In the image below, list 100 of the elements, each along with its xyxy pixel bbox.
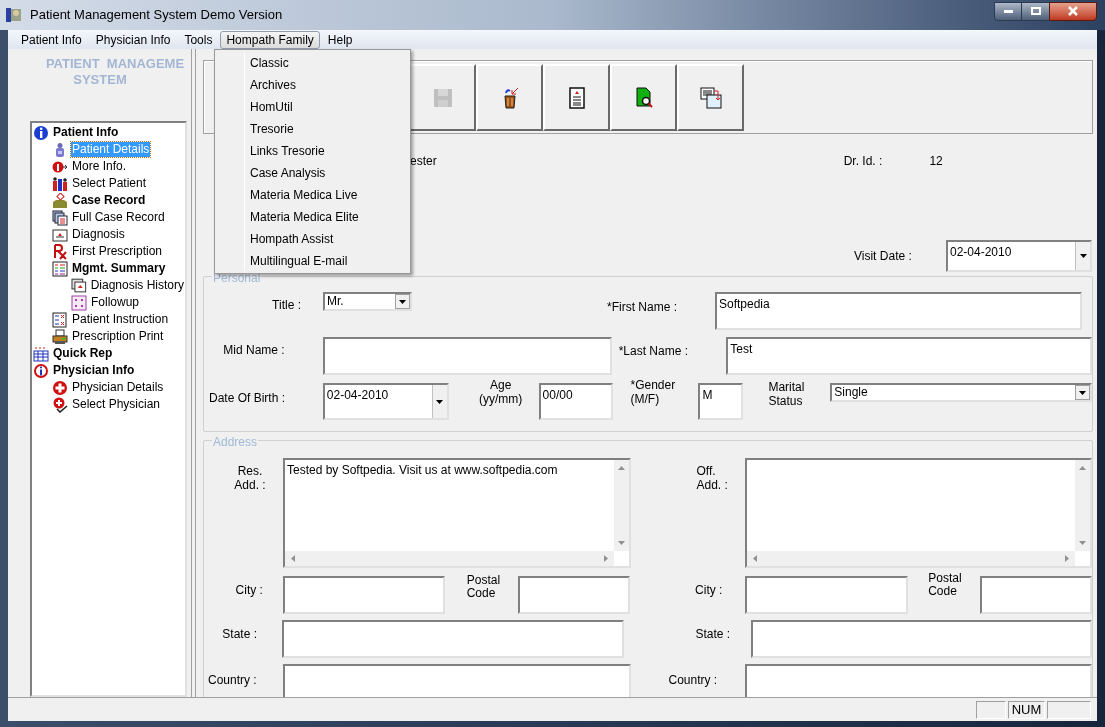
tree-item[interactable]: Diagnosis History (89, 278, 185, 293)
menu-option[interactable]: HomUtil (217, 96, 407, 118)
vertical-scrollbar[interactable] (1075, 460, 1090, 551)
last-name-field[interactable]: Test (726, 337, 1092, 375)
toolbar-button[interactable] (677, 64, 744, 131)
visit-date-field[interactable]: 02-04-2010 (946, 240, 1092, 272)
status-panel (976, 700, 1006, 719)
horizontal-scrollbar[interactable] (747, 551, 1075, 566)
scroll-down-icon[interactable] (617, 541, 625, 545)
residence-address-field[interactable]: Tested by Softpedia. Visit us at www.softpedia.com (282, 458, 631, 568)
app-logo-text: PATIENT MANAGEME (45, 56, 185, 72)
scroll-up-icon[interactable] (617, 466, 625, 470)
toolbar-button[interactable] (610, 64, 677, 131)
scroll-up-icon[interactable] (1079, 466, 1086, 470)
menu-item[interactable]: Hompath Family (220, 30, 320, 49)
doctor-id-label: Dr. Id. : (843, 153, 883, 170)
tree-item[interactable]: More Info. (71, 159, 128, 174)
mid-name-label: Mid Name : (222, 342, 285, 359)
title-select[interactable]: Mr. (323, 292, 412, 311)
tree-item[interactable]: Full Case Record (71, 210, 166, 225)
age-field[interactable]: 00/00 (538, 383, 613, 420)
menu-option[interactable]: Multilingual E-mail (217, 250, 407, 272)
menu-option[interactable]: Materia Medica Elite (217, 206, 407, 228)
people-icon (52, 175, 68, 192)
pages-icon (52, 209, 68, 226)
marital-status-label: Marital Status (768, 380, 806, 408)
menu-item[interactable]: Tools (178, 30, 219, 49)
tree-item[interactable]: Case Record (71, 193, 147, 208)
status-panel (1047, 700, 1091, 719)
menu-item[interactable]: Patient Info (15, 30, 88, 49)
horizontal-scrollbar[interactable] (284, 551, 614, 566)
residence-address-label: Res. Add. : (233, 464, 267, 492)
city-field[interactable] (282, 576, 445, 614)
dropdown-arrow-icon (1079, 390, 1086, 395)
date-of-birth-field[interactable]: 02-04-2010 (322, 383, 449, 420)
menu-item[interactable]: Physician Info (89, 30, 177, 49)
menu-option[interactable]: Tresorie (217, 118, 407, 140)
country-label: Country : (668, 672, 719, 689)
state-label: State : (694, 626, 731, 643)
scroll-right-icon[interactable] (1065, 555, 1069, 562)
scroll-right-icon[interactable] (603, 555, 608, 562)
country-field[interactable] (282, 664, 631, 697)
country-field[interactable] (745, 664, 1092, 697)
mid-name-field[interactable] (322, 337, 612, 375)
card-icon (71, 277, 87, 294)
menu-option[interactable]: Hompath Assist (217, 228, 407, 250)
city-field[interactable] (745, 576, 909, 614)
first-name-field[interactable]: Softpedia (715, 292, 1082, 330)
tree-item[interactable]: Followup (90, 295, 141, 310)
first-name-label: *First Name : (607, 299, 678, 316)
menu-option[interactable]: Links Tresorie (217, 140, 407, 162)
scroll-left-icon[interactable] (290, 555, 295, 562)
tree-item[interactable]: Select Physician (71, 397, 162, 412)
close-button[interactable] (1049, 1, 1097, 21)
toolbar-button[interactable] (543, 64, 610, 131)
window-title: Patient Management System Demo Version (30, 6, 283, 25)
table-icon (33, 345, 49, 362)
toolbar-button[interactable] (476, 64, 543, 131)
maximize-button[interactable] (1022, 1, 1049, 21)
vertical-scrollbar[interactable] (613, 460, 629, 551)
state-field[interactable] (751, 620, 1092, 658)
age-label: Age (yy/mm) (477, 378, 524, 406)
doctor-id-value: 12 (929, 153, 943, 170)
tree-item[interactable]: Prescription Print (71, 329, 165, 344)
office-address-field[interactable] (745, 458, 1092, 568)
menu-item[interactable]: Help (321, 30, 359, 49)
dropdown-arrow-icon (436, 399, 444, 404)
card-icon (52, 226, 68, 243)
visit-date-label: Visit Date : (854, 248, 913, 265)
postal-code-field[interactable] (517, 576, 631, 614)
grid-icon (71, 294, 87, 311)
minimize-button[interactable] (994, 1, 1022, 21)
tree-item[interactable]: Patient Info (52, 125, 120, 140)
printer-icon (52, 328, 68, 345)
info-icon (33, 362, 49, 379)
tree-item[interactable]: Mgmt. Summary (71, 261, 167, 276)
tree-item[interactable]: Physician Details (71, 380, 165, 395)
partial-text: ester (410, 153, 437, 170)
menu-option[interactable]: Materia Medica Live (217, 184, 407, 206)
postal-code-field[interactable] (980, 576, 1092, 614)
menu-option[interactable]: Case Analysis (217, 162, 407, 184)
tree-item[interactable]: Select Patient (71, 176, 148, 191)
menu-option[interactable]: Archives (217, 74, 407, 96)
tree-item[interactable]: Diagnosis (71, 227, 126, 242)
app-icon (5, 6, 23, 24)
gender-field[interactable]: M (698, 383, 744, 420)
marital-status-select[interactable]: Single (830, 383, 1092, 402)
tree-item[interactable]: Physician Info (52, 363, 136, 378)
tree-item[interactable]: Patient Instruction (71, 312, 170, 327)
tree-item[interactable]: Quick Rep (52, 346, 114, 361)
plus-icon (52, 379, 68, 396)
tree-item[interactable]: First Prescription (71, 244, 164, 259)
state-field[interactable] (282, 620, 624, 658)
menu-option[interactable]: Classic (217, 52, 407, 74)
country-label: Country : (208, 672, 258, 689)
dropdown-arrow-icon (1079, 254, 1087, 258)
scroll-left-icon[interactable] (753, 555, 758, 562)
tray-icon (52, 192, 68, 209)
title-label: Title : (271, 297, 301, 314)
scroll-down-icon[interactable] (1079, 541, 1086, 545)
